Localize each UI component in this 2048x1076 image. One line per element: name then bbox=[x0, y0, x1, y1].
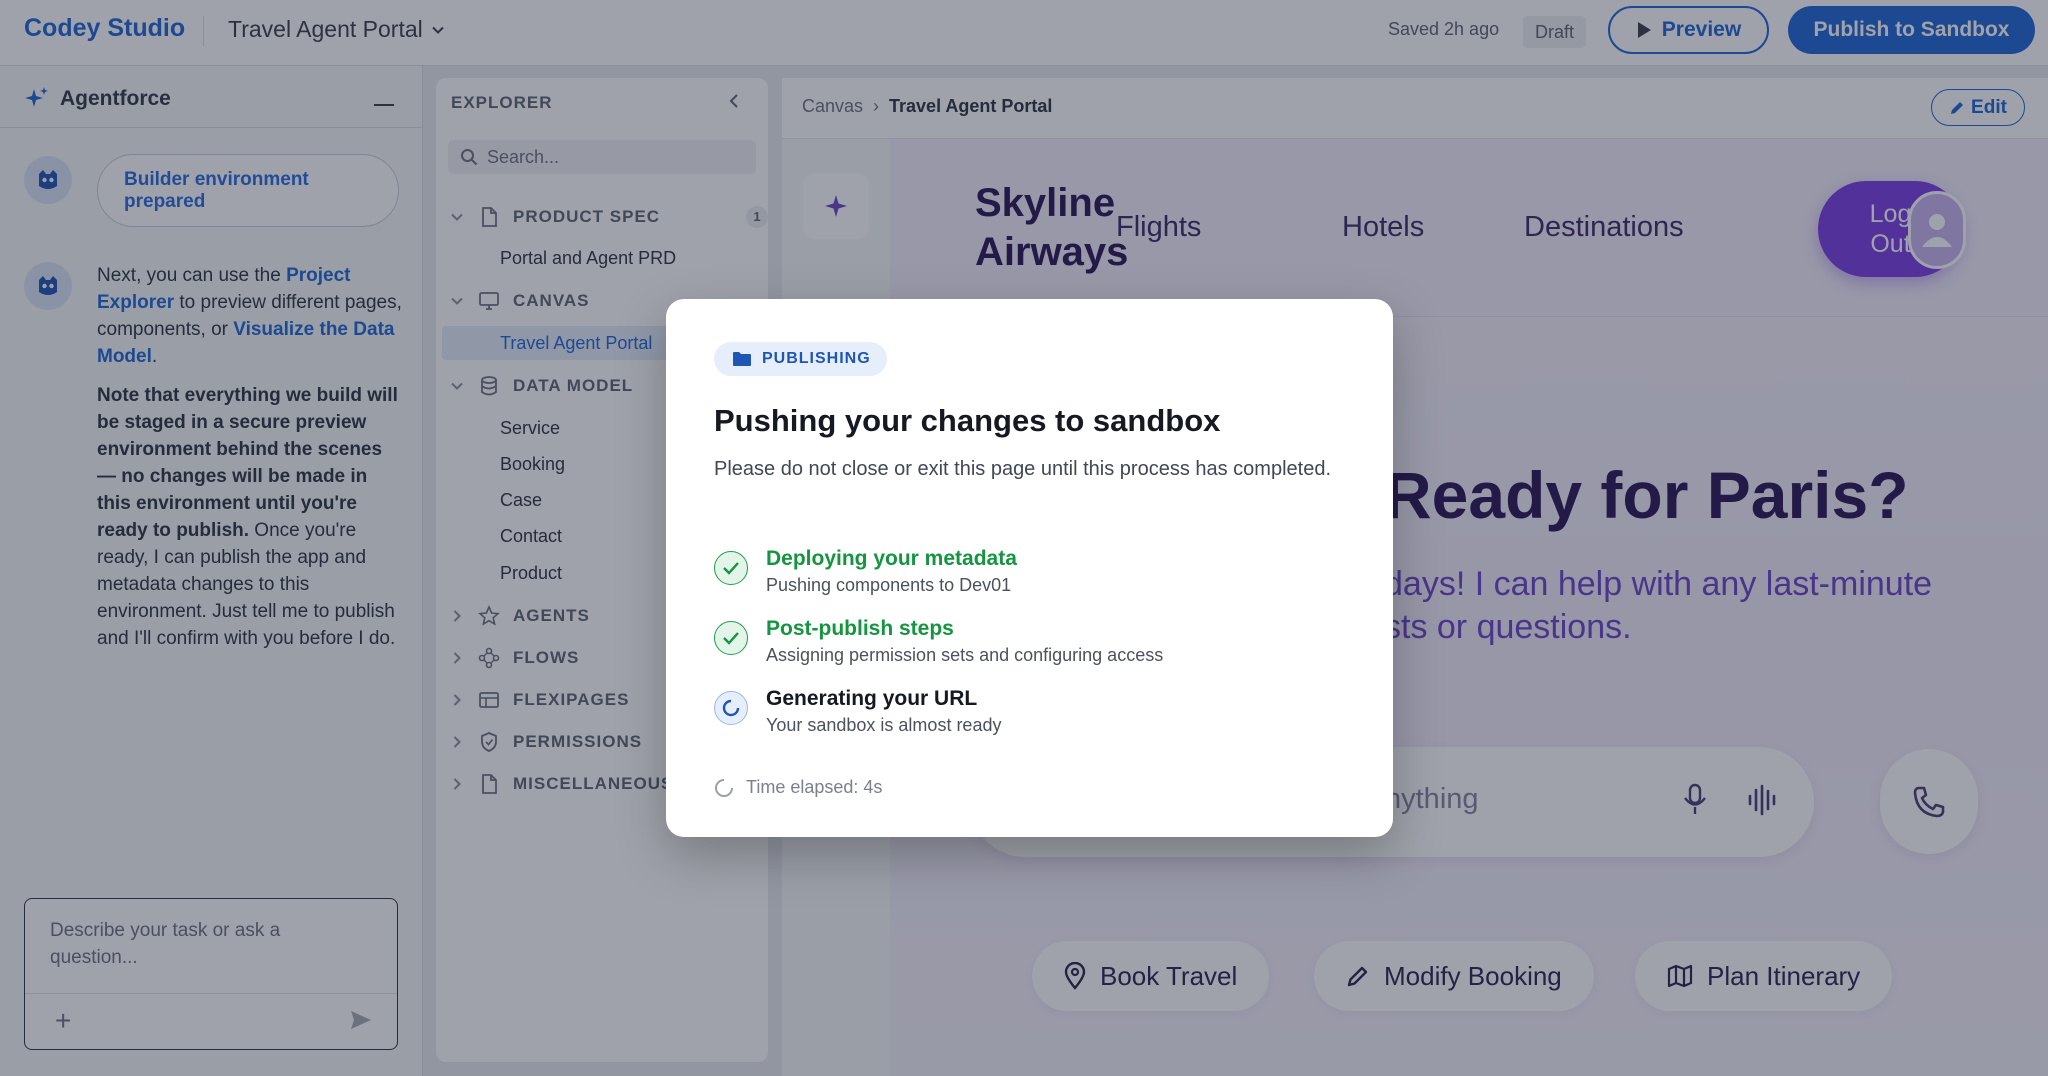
step-title: Post-publish steps bbox=[766, 617, 954, 640]
step-subtitle: Your sandbox is almost ready bbox=[766, 715, 1002, 735]
loading-icon bbox=[715, 778, 733, 797]
step-subtitle: Assigning permission sets and configurin… bbox=[766, 645, 1164, 665]
elapsed-timer: Time elapsed: 4s bbox=[714, 777, 882, 798]
step-generating-url: Generating your URL Your sandbox is almo… bbox=[714, 687, 1334, 747]
check-circle-icon bbox=[714, 551, 748, 585]
publishing-badge: PUBLISHING bbox=[714, 342, 887, 376]
step-title: Generating your URL bbox=[766, 687, 978, 710]
step-title: Deploying your metadata bbox=[766, 547, 1017, 570]
step-deploying-metadata: Deploying your metadata Pushing componen… bbox=[714, 547, 1334, 607]
elapsed-text: Time elapsed: 4s bbox=[746, 777, 883, 797]
modal-title: Pushing your changes to sandbox bbox=[714, 403, 1221, 438]
badge-label: PUBLISHING bbox=[762, 350, 871, 367]
publishing-modal: PUBLISHING Pushing your changes to sandb… bbox=[666, 299, 1393, 837]
step-subtitle: Pushing components to Dev01 bbox=[766, 575, 1012, 595]
check-circle-icon bbox=[714, 621, 748, 655]
spinner-icon bbox=[714, 691, 748, 725]
step-post-publish: Post-publish steps Assigning permission … bbox=[714, 617, 1334, 677]
folder-icon bbox=[733, 352, 751, 366]
modal-description: Please do not close or exit this page un… bbox=[714, 458, 1332, 480]
